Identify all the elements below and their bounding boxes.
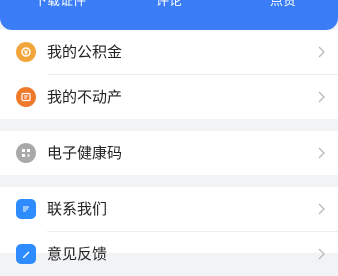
menu-item-label: 电子健康码 [47,144,123,162]
menu-item-feedback[interactable]: 意见反馈 [0,232,338,276]
menu-item-label: 我的不动产 [47,88,123,106]
menu-item-label: 我的公积金 [47,43,123,61]
chevron-right-icon [318,203,325,215]
chevron-right-icon [318,91,325,103]
header-bar: 下载证件 评论 点赞 [0,0,338,30]
group-health: 电子健康码 [0,131,338,175]
tab-likes[interactable]: 点赞 [258,0,308,12]
real-estate-icon [16,87,36,107]
menu-item-contact-us[interactable]: 联系我们 [0,187,338,231]
menu-item-housing-fund[interactable]: 我的公积金 [0,30,338,74]
menu-item-real-estate[interactable]: 我的不动产 [0,75,338,119]
group-support: 联系我们 意见反馈 [0,187,338,264]
tab-comments[interactable]: 评论 [144,0,194,12]
chevron-right-icon [318,147,325,159]
housing-fund-icon [16,42,36,62]
menu-item-health-code[interactable]: 电子健康码 [0,131,338,175]
qr-code-icon [16,143,36,163]
menu-item-label: 意见反馈 [47,245,108,263]
chevron-right-icon [318,248,325,260]
menu-item-label: 联系我们 [47,200,108,218]
chevron-right-icon [318,46,325,58]
chat-icon [16,199,36,219]
group-finance: 我的公积金 我的不动产 [0,30,338,119]
feedback-icon [16,244,36,264]
tab-download-certificate[interactable]: 下载证件 [30,0,90,12]
